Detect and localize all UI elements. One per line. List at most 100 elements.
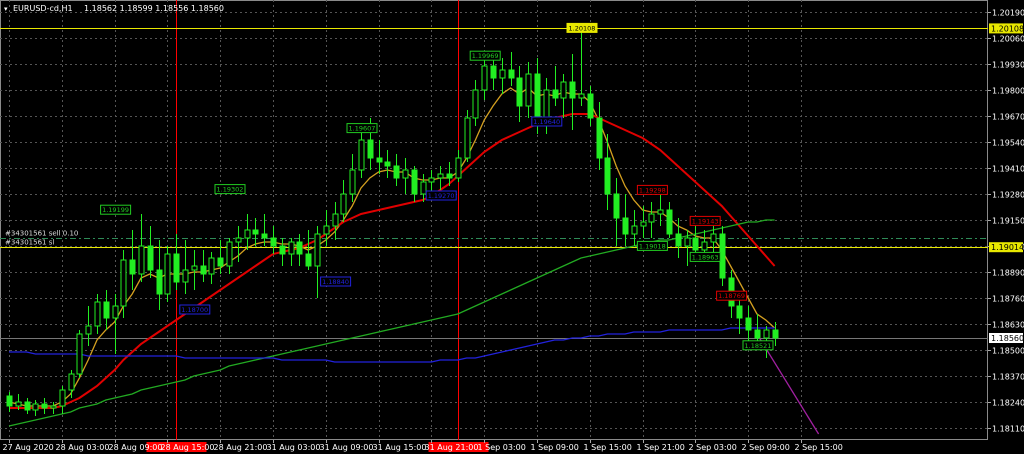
price-tick-label: 1.18500	[992, 347, 1024, 356]
candle-body	[420, 181, 427, 195]
price-label-text: 1.19640	[533, 118, 560, 126]
candle-body	[745, 317, 752, 331]
candle-body	[367, 139, 374, 159]
candle-body	[32, 403, 39, 411]
candle-body	[675, 233, 682, 247]
candle-body	[596, 117, 603, 159]
candle-body	[631, 225, 638, 235]
order-line-label: #34301561 sl	[5, 239, 54, 247]
candle-body	[261, 233, 268, 239]
candle-body	[24, 401, 31, 411]
candle-body	[525, 73, 532, 107]
candle-body	[464, 117, 471, 159]
price-tick-label: 1.18630	[992, 321, 1024, 330]
price-chart[interactable]: #34301561 sell 0.10#34301561 sl 1.19199 1…	[0, 0, 1024, 454]
candle-body	[59, 389, 66, 407]
candle-body	[332, 213, 339, 227]
price-tick-label: 1.18370	[992, 373, 1024, 382]
candle-body	[112, 305, 119, 319]
candle-body	[279, 245, 286, 255]
candle-body	[15, 401, 22, 407]
price-tick-label: 1.20190	[992, 9, 1024, 18]
candle-body	[235, 237, 242, 243]
candle-body	[481, 65, 488, 91]
candle-body	[376, 157, 383, 163]
candle-body	[384, 161, 391, 167]
candle-body	[50, 405, 57, 409]
price-tick-label: 1.19540	[992, 139, 1024, 148]
candle-body	[428, 177, 435, 183]
time-tick-label: 2 Sep 15:00	[795, 443, 843, 452]
candle-body	[736, 305, 743, 319]
candle-body	[217, 257, 224, 267]
time-tick-label: 28 Aug 03:00	[56, 443, 110, 452]
time-tick-label: 1 Sep 15:00	[584, 443, 632, 452]
candle-body	[288, 241, 295, 255]
candle-body	[692, 237, 699, 251]
time-tick-label: 31 Aug 21:00	[425, 443, 479, 452]
time-tick-label: 28 Aug 09:00	[109, 443, 163, 452]
chart-header: ▾ EURUSD-cd,H1 1.18562 1.18599 1.18556 1…	[4, 4, 224, 13]
candle-body	[349, 169, 356, 195]
price-tick-label: 1.18760	[992, 295, 1024, 304]
candle-body	[358, 139, 365, 171]
candle-body	[508, 69, 515, 79]
candle-body	[85, 325, 92, 335]
candle-body	[120, 259, 127, 307]
time-tick-label: 2 Sep 09:00	[742, 443, 790, 452]
candle-body	[472, 89, 479, 119]
candle-body	[772, 329, 779, 339]
time-tick-label: 1 Sep 03:00	[478, 443, 526, 452]
candle-body	[164, 253, 171, 295]
candle-body	[604, 157, 611, 195]
price-tick-label: 1.18240	[992, 399, 1024, 408]
candle-body	[244, 229, 251, 239]
candle-body	[490, 65, 497, 79]
candle-body	[156, 269, 163, 295]
price-label-text: 1.19199	[102, 206, 129, 214]
time-tick-label: 31 Aug 03:00	[267, 443, 321, 452]
price-marker-text: 1.18560	[991, 334, 1024, 343]
candle-body	[147, 245, 154, 271]
candle-body	[252, 229, 259, 235]
candle-body	[270, 237, 277, 247]
price-label-text: 1.18840	[322, 278, 349, 286]
price-label-text: 1.18521	[745, 342, 772, 350]
candle-body	[499, 69, 506, 79]
candle-body	[437, 173, 444, 179]
candle-body	[68, 373, 75, 391]
candle-body	[446, 173, 453, 179]
price-label-text: 1.18963	[692, 253, 719, 261]
candle-body	[719, 233, 726, 279]
price-tick-label: 1.19410	[992, 165, 1024, 174]
chart-ohlc: 1.18562 1.18599 1.18556 1.18560	[84, 4, 224, 13]
time-tick-label: 27 Aug 2020	[3, 443, 54, 452]
candle-body	[587, 93, 594, 119]
candle-body	[182, 269, 189, 283]
price-label-text: 1.19607	[349, 125, 376, 133]
candle-body	[138, 245, 145, 275]
price-tick-label: 1.19670	[992, 113, 1024, 122]
price-marker-text: 1.19014	[991, 243, 1024, 252]
candle-body	[763, 329, 770, 339]
price-tick-label: 1.19280	[992, 191, 1024, 200]
price-label-text: 1.19969	[472, 52, 499, 60]
chart-symbol: EURUSD-cd,H1	[13, 4, 73, 13]
candle-body	[710, 233, 717, 243]
candle-body	[94, 301, 101, 327]
candle-body	[648, 213, 655, 223]
price-label-text: 1.18769	[718, 292, 745, 300]
symbol-icon: ▾	[4, 5, 8, 13]
candle-body	[314, 233, 321, 267]
price-label-text: 1.19143	[692, 217, 719, 225]
price-label-text: 1.18700	[181, 306, 208, 314]
candle-body	[534, 73, 541, 123]
candle-body	[411, 169, 418, 195]
price-tick-label: 1.20060	[992, 35, 1024, 44]
candle-body	[226, 241, 233, 267]
time-tick-label: 1 Sep 09:00	[531, 443, 579, 452]
candle-body	[613, 193, 620, 219]
candle-body	[191, 265, 198, 271]
price-label-text: 1.19302	[217, 186, 244, 194]
candle-body	[560, 81, 567, 99]
